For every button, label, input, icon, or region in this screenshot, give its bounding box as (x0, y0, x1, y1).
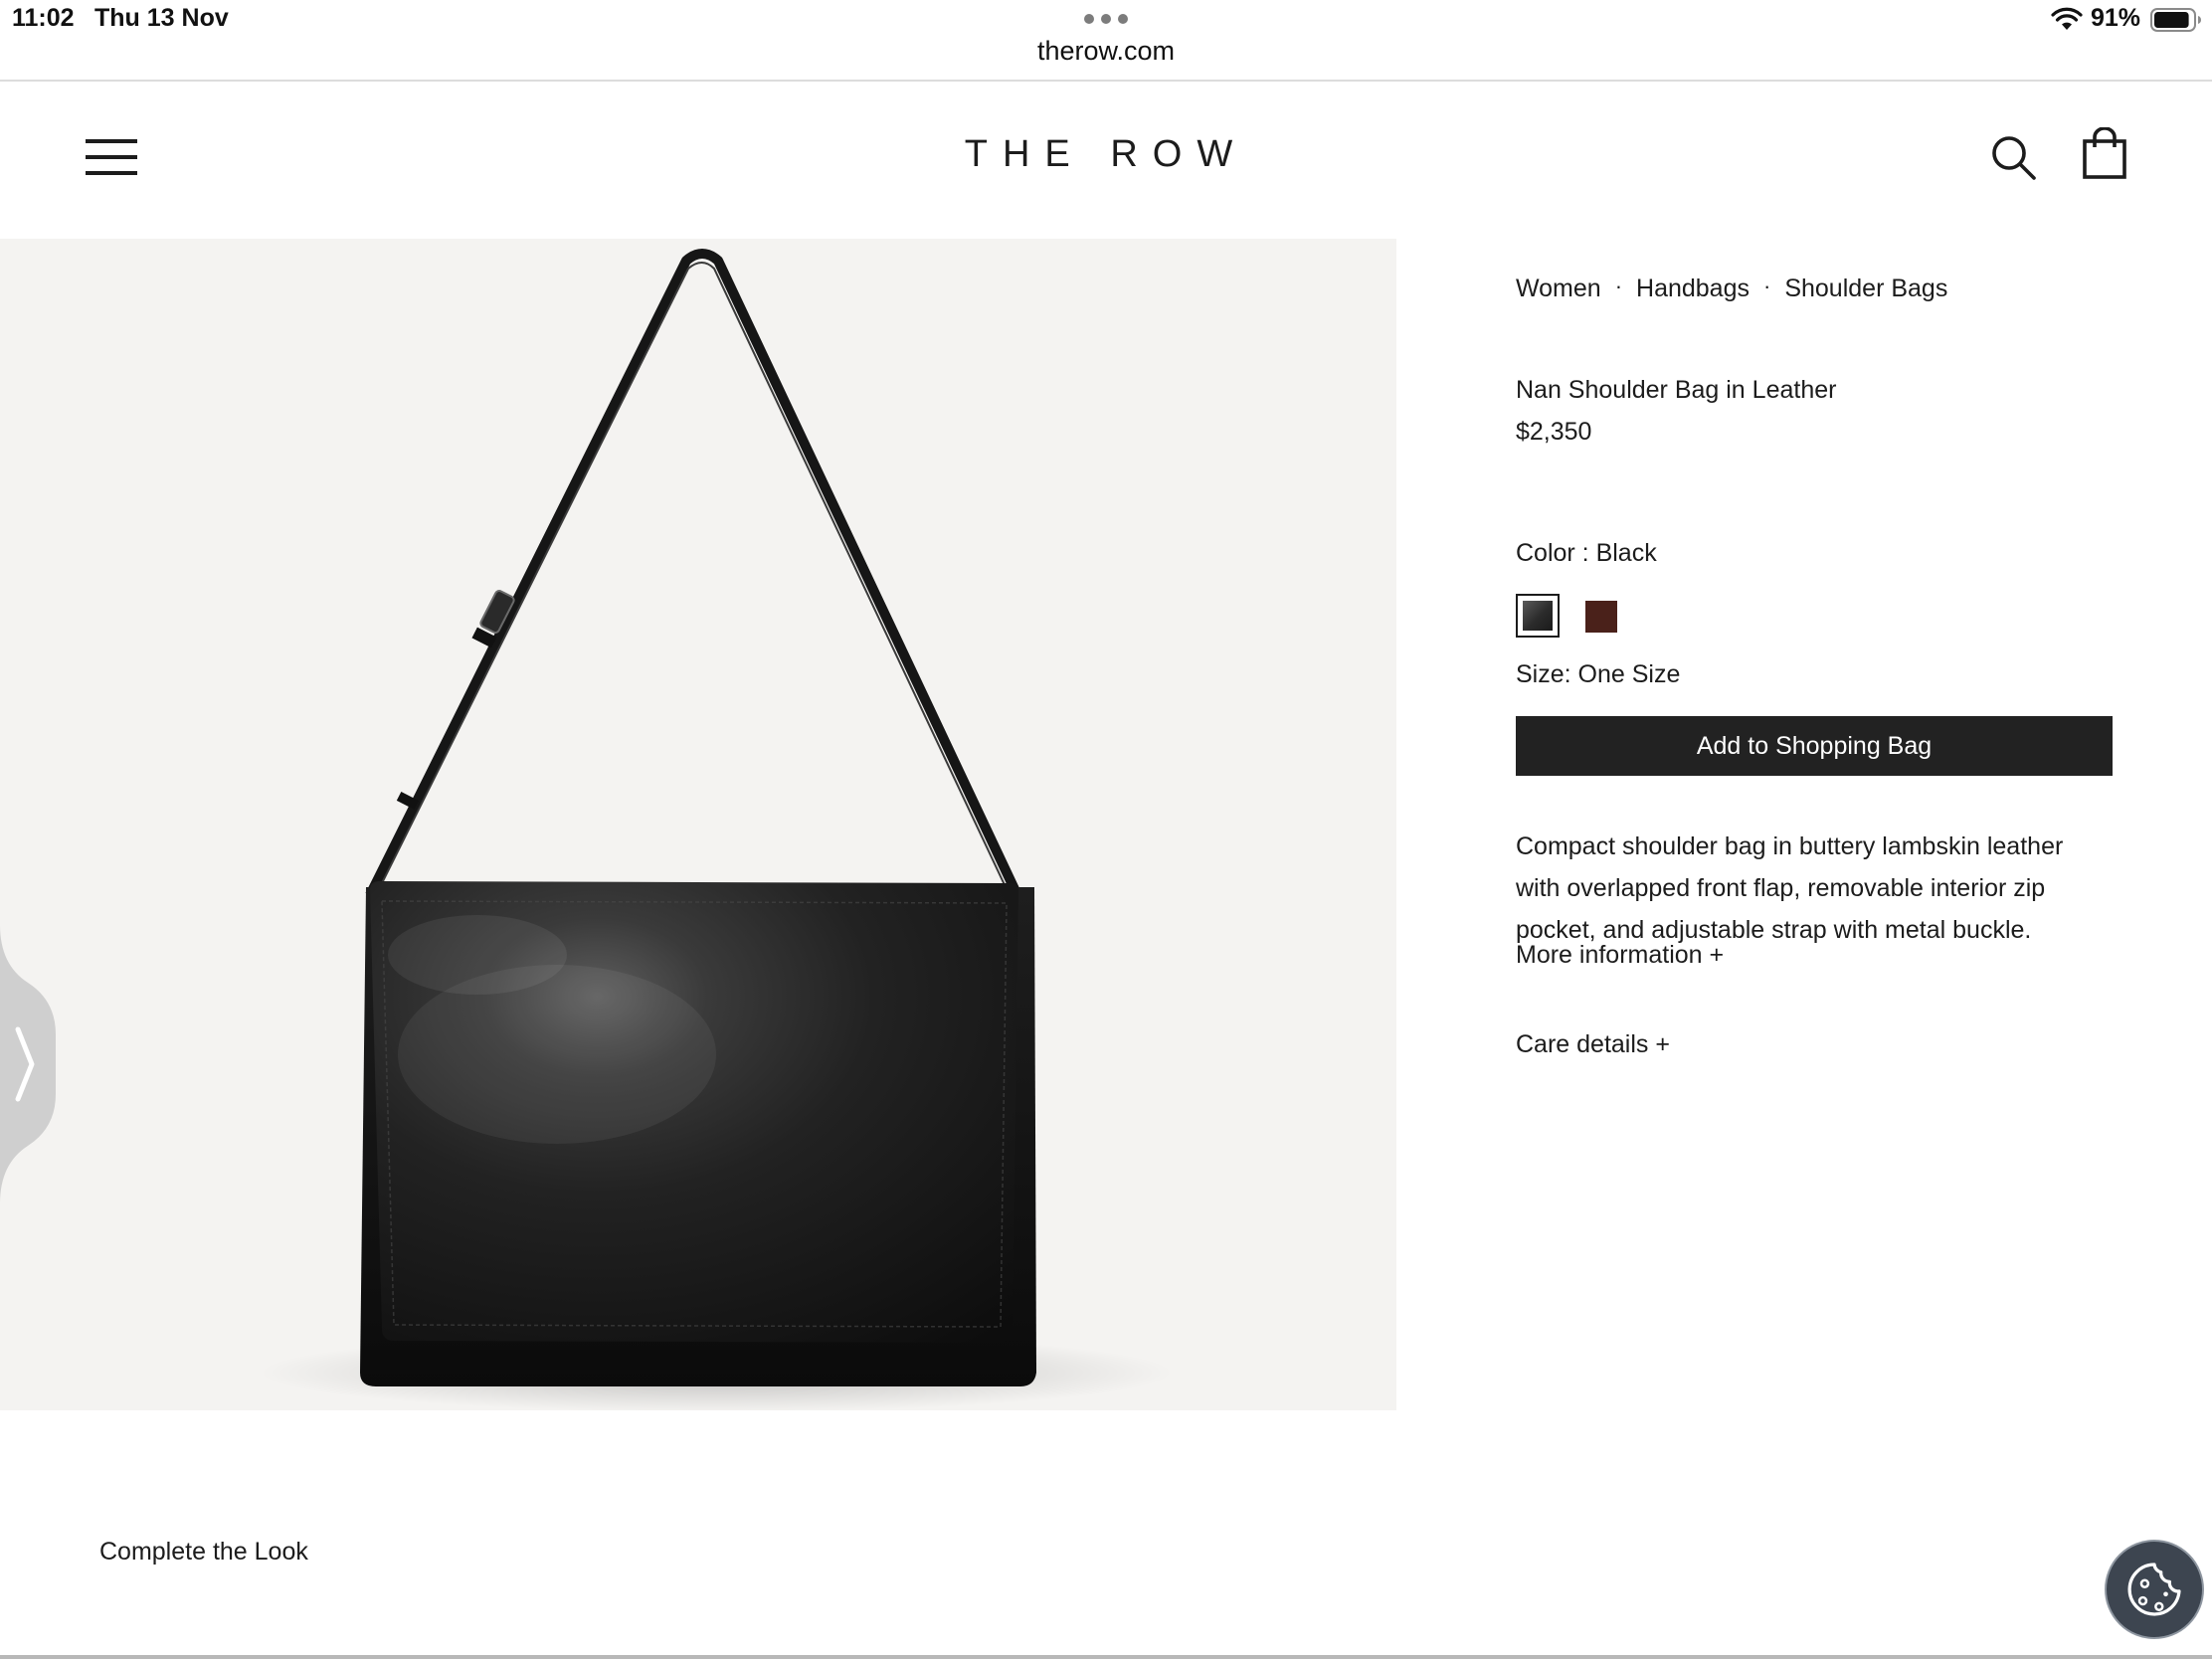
next-image-chevron-icon[interactable] (0, 925, 56, 1203)
shoulder-bag-image (259, 249, 1174, 1410)
breadcrumb-separator: · (1763, 274, 1771, 298)
cookie-settings-icon[interactable] (2105, 1540, 2204, 1639)
status-time: 11:02 (12, 4, 75, 32)
care-details-toggle[interactable]: Care details + (1516, 1030, 1670, 1059)
product-title: Nan Shoulder Bag in Leather (1516, 376, 1837, 404)
bottom-divider (0, 1655, 2212, 1659)
breadcrumb-separator: · (1614, 274, 1623, 298)
color-swatch-black[interactable] (1516, 594, 1560, 638)
color-label: Color : Black (1516, 539, 1657, 567)
breadcrumb-women[interactable]: Women (1516, 275, 1601, 302)
brand-logo[interactable]: THE ROW (0, 133, 2212, 176)
status-date: Thu 13 Nov (94, 4, 229, 32)
search-icon[interactable] (1989, 133, 2037, 181)
more-information-toggle[interactable]: More information + (1516, 941, 1724, 970)
site-header: THE ROW (0, 82, 2212, 241)
breadcrumb-handbags[interactable]: Handbags (1636, 275, 1750, 302)
size-label: Size: One Size (1516, 660, 1681, 688)
product-price: $2,350 (1516, 418, 1592, 446)
complete-the-look-heading: Complete the Look (99, 1538, 308, 1566)
wifi-icon (2051, 7, 2083, 30)
address-bar-url[interactable]: therow.com (0, 36, 2212, 67)
battery-icon (2150, 8, 2201, 32)
battery-percentage: 91% (2091, 4, 2141, 32)
shopping-bag-icon[interactable] (2083, 127, 2126, 179)
multitasking-dots-icon[interactable] (1084, 14, 1128, 24)
browser-status-bar: 11:02 Thu 13 Nov therow.com 91% (0, 0, 2212, 82)
product-description: Compact shoulder bag in buttery lambskin… (1516, 832, 2064, 944)
color-swatch-brown[interactable] (1585, 601, 1617, 633)
breadcrumb: Women · Handbags · Shoulder Bags (1516, 274, 1947, 303)
product-image[interactable] (0, 239, 1396, 1410)
breadcrumb-shoulder-bags[interactable]: Shoulder Bags (1784, 275, 1947, 302)
add-to-bag-button[interactable]: Add to Shopping Bag (1516, 716, 2113, 776)
